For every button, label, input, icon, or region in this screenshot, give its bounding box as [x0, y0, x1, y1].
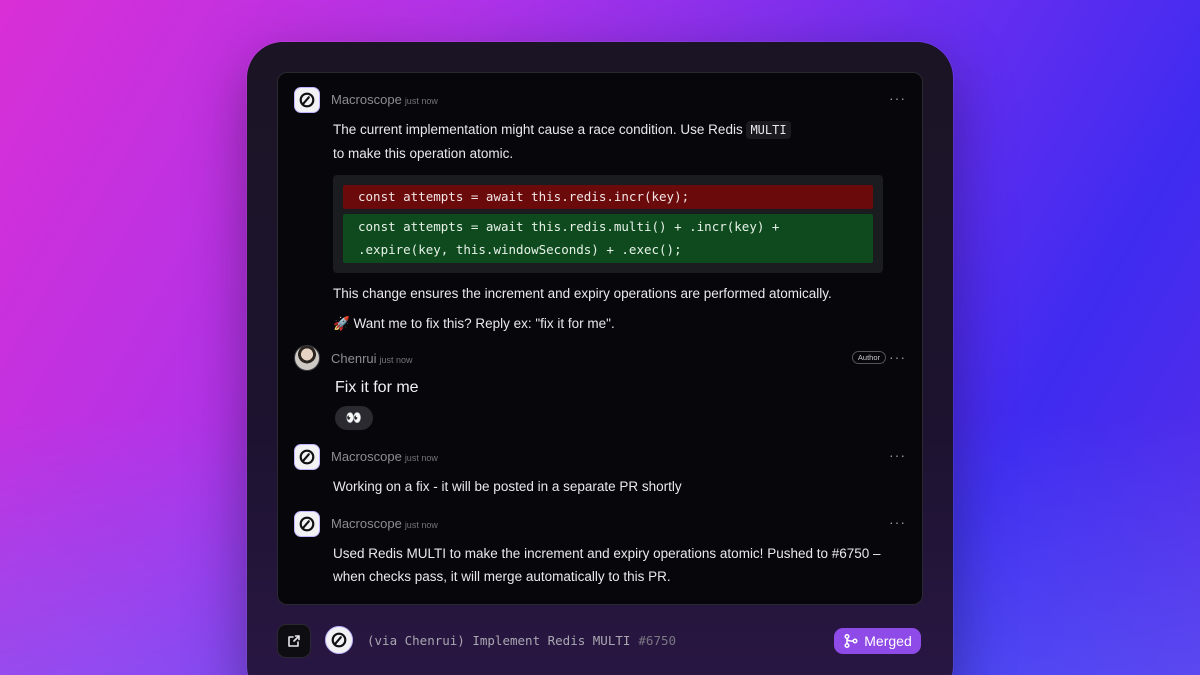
- merge-icon: [844, 633, 858, 649]
- diff-added-line-1: const attempts = await this.redis.multi(…: [358, 219, 780, 234]
- more-icon[interactable]: ···: [889, 90, 906, 106]
- code-suggestion-diff: const attempts = await this.redis.incr(k…: [333, 175, 883, 273]
- diff-removed-line: const attempts = await this.redis.incr(k…: [343, 185, 873, 209]
- author-name: Macroscope: [331, 92, 402, 107]
- inline-code: MULTI: [746, 121, 791, 139]
- merged-status-badge: Merged: [834, 628, 921, 654]
- external-link-icon: [288, 635, 300, 647]
- pr-title[interactable]: (via Chenrui) Implement Redis MULTI #6750: [367, 633, 676, 648]
- comment-time: just now: [404, 96, 438, 106]
- comment-body-line-1: Used Redis MULTI to make the increment a…: [333, 546, 881, 561]
- more-icon[interactable]: ···: [889, 514, 906, 530]
- diff-added-line-2: .expire(key, this.windowSeconds) + .exec…: [358, 242, 682, 257]
- macroscope-logo-icon: [325, 626, 353, 654]
- comment-body: The current implementation might cause a…: [333, 118, 882, 165]
- reply-text: Fix it for me: [335, 379, 419, 396]
- external-link-button[interactable]: [277, 624, 311, 658]
- comment-author: Macroscope just now: [331, 449, 438, 464]
- author-badge: Author: [851, 351, 886, 364]
- author-name: Macroscope: [331, 449, 402, 464]
- macroscope-logo-icon: [294, 511, 320, 537]
- more-icon[interactable]: ···: [889, 349, 906, 365]
- comment-after-text: This change ensures the increment and ex…: [333, 286, 832, 301]
- comment-text-continued: to make this operation atomic.: [333, 146, 514, 161]
- fix-call-to-action: 🚀 Want me to fix this? Reply ex: "fix it…: [333, 316, 615, 331]
- comment-body-line-2: when checks pass, it will merge automati…: [333, 569, 671, 584]
- comment-author: Macroscope just now: [331, 516, 438, 531]
- comment-author: Macroscope just now: [331, 92, 438, 107]
- comment-thread-panel: Macroscope just now ··· The current imple…: [277, 72, 923, 605]
- more-icon[interactable]: ···: [889, 447, 906, 463]
- comment-time: just now: [404, 453, 438, 463]
- macroscope-logo-icon: [294, 87, 320, 113]
- comment-author: Chenrui just now: [331, 351, 413, 366]
- macroscope-logo-icon: [294, 444, 320, 470]
- pr-number: #6750: [638, 633, 677, 648]
- merged-label: Merged: [864, 633, 912, 649]
- pr-footer-bar: (via Chenrui) Implement Redis MULTI #6750…: [277, 623, 923, 659]
- comment-body: Used Redis MULTI to make the increment a…: [333, 542, 882, 588]
- comment-time: just now: [404, 520, 438, 530]
- comment-text: The current implementation might cause a…: [333, 122, 747, 137]
- author-name: Chenrui: [331, 351, 377, 366]
- reaction-eyes[interactable]: 👀: [335, 406, 373, 430]
- avatar: [294, 345, 320, 371]
- author-name: Macroscope: [331, 516, 402, 531]
- diff-added-lines: const attempts = await this.redis.multi(…: [343, 214, 873, 263]
- pr-title-text: (via Chenrui) Implement Redis MULTI: [367, 633, 631, 648]
- comment-body: Working on a fix - it will be posted in …: [333, 479, 682, 494]
- comment-time: just now: [379, 355, 413, 365]
